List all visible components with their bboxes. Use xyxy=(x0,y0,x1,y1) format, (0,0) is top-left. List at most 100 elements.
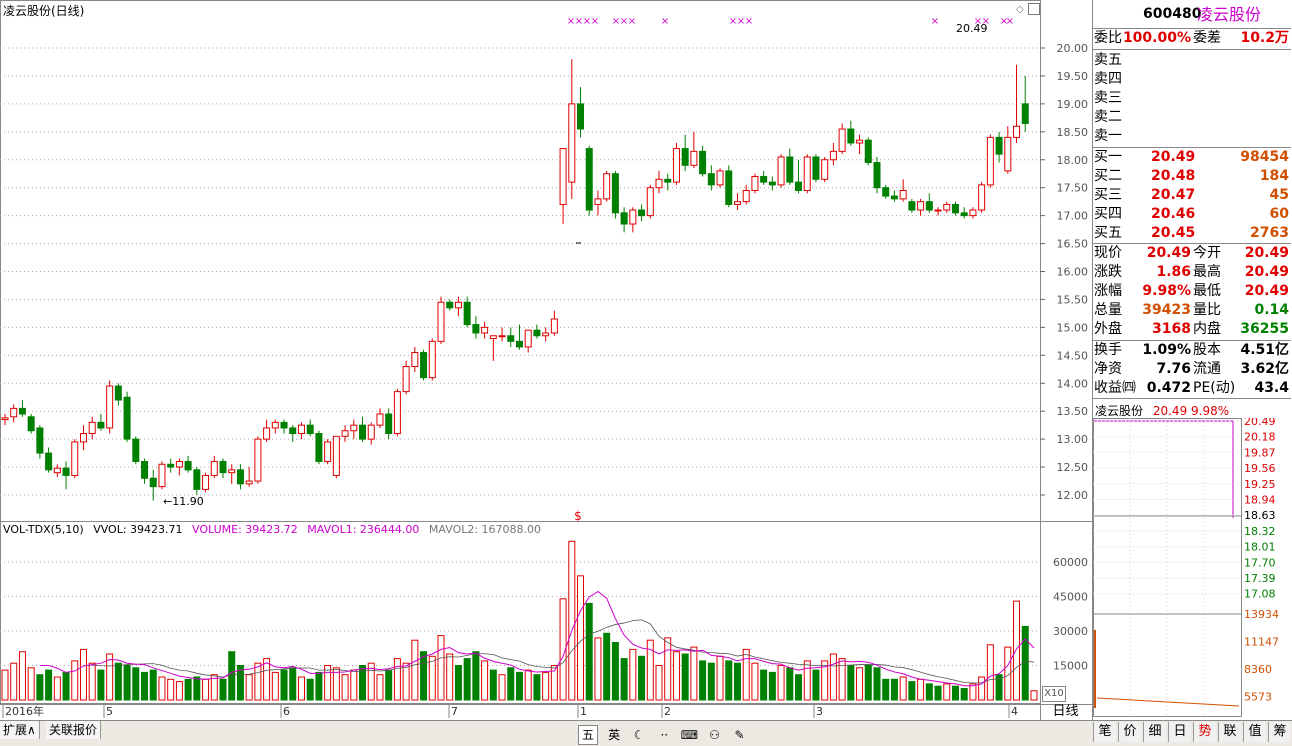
candle xyxy=(402,360,410,395)
side-tab[interactable]: 联 xyxy=(1218,722,1241,742)
candle xyxy=(594,190,602,216)
candle xyxy=(716,168,724,188)
candle xyxy=(917,198,925,216)
intraday-price-label: 20.49 xyxy=(1244,418,1276,428)
candle xyxy=(359,416,367,442)
candle xyxy=(315,430,323,465)
volume-bar xyxy=(629,648,637,701)
volume-bar xyxy=(890,678,898,701)
buy-level-row: 买四 20.46 60 xyxy=(1093,205,1291,224)
volume-bar xyxy=(132,667,140,701)
volume-bar xyxy=(847,665,855,701)
volume-bar xyxy=(428,655,436,701)
sell-level-label: 卖三 xyxy=(1094,90,1122,106)
volume-bar xyxy=(655,665,663,701)
candle xyxy=(132,436,140,465)
volume-bar xyxy=(254,662,262,701)
side-tab[interactable]: 值 xyxy=(1243,722,1266,742)
candle xyxy=(489,335,497,361)
candle xyxy=(690,131,698,169)
candle-body xyxy=(219,460,227,474)
date-label: 6 xyxy=(283,705,290,718)
side-tab[interactable]: 日 xyxy=(1168,722,1191,742)
candle xyxy=(263,419,271,442)
english-button[interactable]: 英 xyxy=(605,726,623,744)
candle-body xyxy=(428,340,436,379)
window-toggle-icon[interactable] xyxy=(1028,3,1040,15)
intraday-chart[interactable]: 20.49 20.18 19.87 19.56 19.25 18.94 18.63 18.32… xyxy=(1093,418,1292,718)
kline-chart-area[interactable]: 20.00 19.50 19.00 18.50 18.00 17.50 17.00 16.50… xyxy=(0,0,1092,720)
candle xyxy=(481,321,489,339)
stat-value-2: 20.49 xyxy=(1244,283,1289,299)
candle xyxy=(768,176,776,191)
candle xyxy=(158,461,166,490)
mavol2-value: MAVOL2: 167088.00 xyxy=(428,523,542,536)
volume-bar xyxy=(1013,600,1021,701)
tab-expand[interactable]: 扩展∧ xyxy=(0,721,40,739)
candle xyxy=(428,338,436,381)
kline-chart[interactable]: 20.00 19.50 19.00 18.50 18.00 17.50 17.00 16.50… xyxy=(0,0,1092,720)
candle xyxy=(733,193,741,211)
date-label: 3 xyxy=(816,705,823,718)
volume-bar xyxy=(908,681,916,701)
side-tab[interactable]: 势 xyxy=(1193,722,1216,742)
candle xyxy=(420,349,428,381)
volume-bar xyxy=(524,669,532,701)
price-tick-label: 18.00 xyxy=(1057,154,1089,167)
candle-body xyxy=(97,421,105,429)
candle xyxy=(446,299,454,311)
price-tick-label: 12.00 xyxy=(1057,489,1089,502)
wubi-button[interactable]: 五 xyxy=(578,725,598,745)
candle xyxy=(646,184,654,219)
diamond-icon[interactable]: ◇ xyxy=(1016,4,1026,15)
candle-body xyxy=(725,170,733,205)
candle xyxy=(725,165,733,208)
moon-icon[interactable]: ☾ xyxy=(630,726,648,744)
side-tab[interactable]: 价 xyxy=(1118,722,1141,742)
period-label[interactable]: 日线 xyxy=(1043,704,1088,720)
candle xyxy=(550,310,558,336)
volume-bar xyxy=(62,671,70,701)
wrench-icon[interactable]: ✎ xyxy=(731,726,749,744)
dots-icon[interactable]: ·· xyxy=(655,726,673,744)
volume-bar xyxy=(97,669,105,701)
scale-x10-button[interactable]: X10 xyxy=(1042,686,1066,702)
volume-tick-label: 15000 xyxy=(1053,660,1088,673)
candle xyxy=(271,419,279,434)
keyboard-icon[interactable]: ⌨ xyxy=(680,726,698,744)
event-marker: $ xyxy=(574,509,582,523)
volume-bar xyxy=(725,660,733,701)
volume-bar xyxy=(123,665,131,701)
intraday-price-label: 18.01 xyxy=(1244,541,1276,554)
candle-body xyxy=(359,424,367,440)
side-tab[interactable]: 筹 xyxy=(1268,722,1291,742)
candle xyxy=(463,296,471,328)
candle-body xyxy=(611,173,619,214)
candle-body xyxy=(53,467,61,474)
intraday-price-label: 17.39 xyxy=(1244,572,1276,585)
stat-value: 9.98% xyxy=(1142,283,1191,299)
intraday-price-label: 18.32 xyxy=(1244,525,1276,538)
buy-level-label: 买三 xyxy=(1094,187,1122,203)
stat-label-2: 最高 xyxy=(1193,264,1221,280)
event-x-marker: × xyxy=(628,16,636,27)
candle-body xyxy=(577,103,585,130)
candle-body xyxy=(71,441,79,476)
tab-related-quotes[interactable]: 关联报价 xyxy=(46,721,102,739)
volume-bar xyxy=(690,646,698,701)
candle xyxy=(899,179,907,202)
side-tab[interactable]: 细 xyxy=(1143,722,1166,742)
date-label: 4 xyxy=(1011,705,1018,718)
person-icon[interactable]: ⚇ xyxy=(705,726,723,744)
volume-bar xyxy=(603,632,611,701)
volume-bar xyxy=(481,660,489,701)
candle-body xyxy=(123,396,131,440)
candle xyxy=(341,425,349,442)
candle xyxy=(498,327,506,342)
volume-bar xyxy=(289,667,297,701)
candle xyxy=(123,391,131,442)
volume-bar xyxy=(306,678,314,701)
side-tab[interactable]: 笔 xyxy=(1093,722,1116,742)
volume-bar xyxy=(777,665,785,701)
intraday-price-label: 19.56 xyxy=(1244,462,1276,475)
